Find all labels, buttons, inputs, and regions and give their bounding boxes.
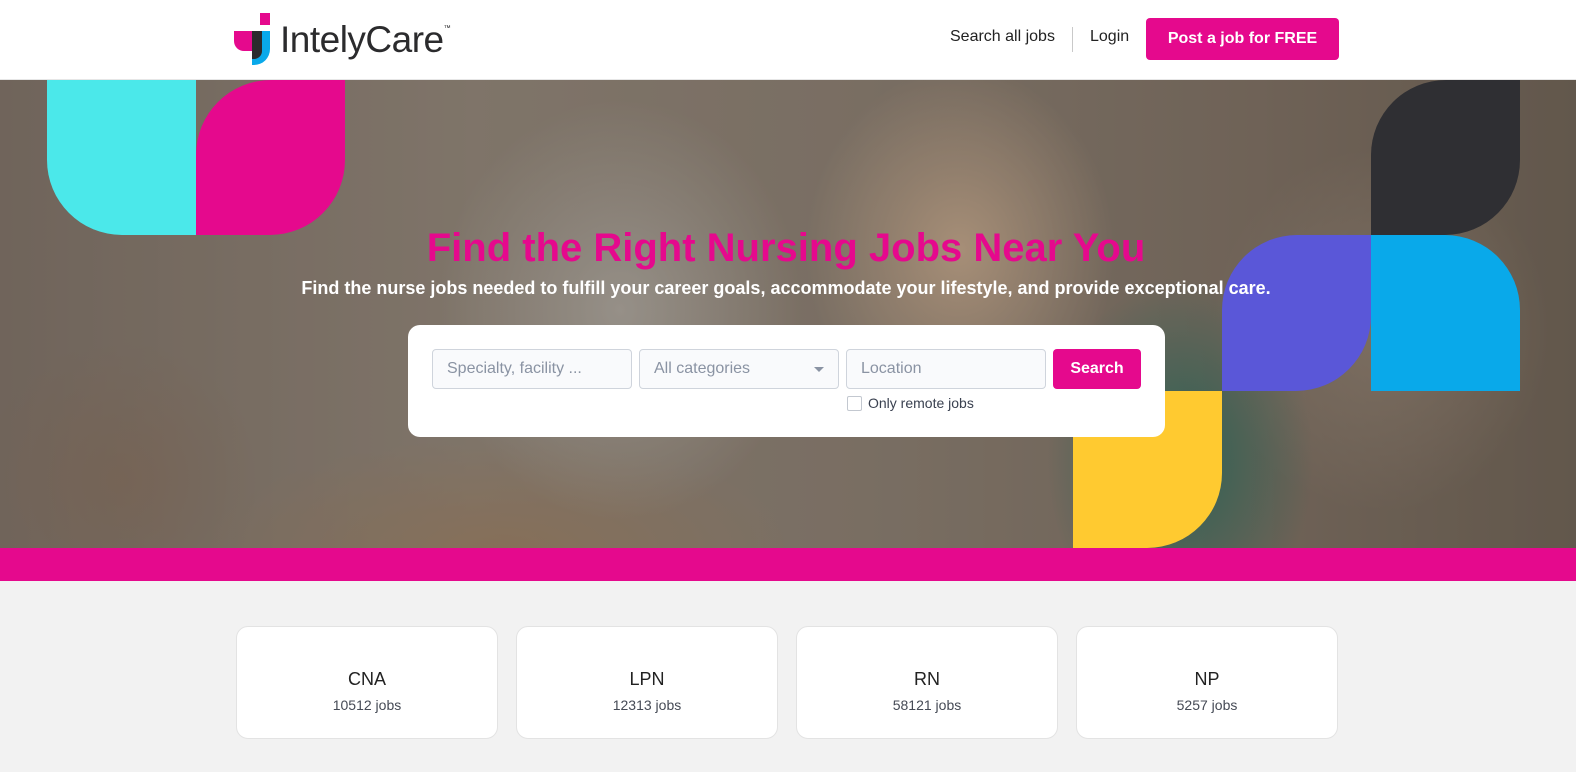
specialty-input[interactable]: Specialty, facility ... xyxy=(432,349,632,389)
logo-text: IntelyCare™ xyxy=(280,18,451,60)
category-title: CNA xyxy=(347,669,386,689)
location-placeholder: Location xyxy=(861,360,922,377)
logo-mark-icon xyxy=(234,13,272,65)
pink-divider-band xyxy=(0,548,1576,581)
intelycare-logo[interactable]: IntelyCare™ xyxy=(234,12,451,66)
category-job-count: 58121 jobs xyxy=(892,697,962,713)
category-select[interactable]: All categories xyxy=(639,349,839,389)
nav-divider xyxy=(1072,27,1073,52)
remote-jobs-checkbox[interactable] xyxy=(847,395,862,411)
site-header: IntelyCare™ Search all jobs Login Post a… xyxy=(0,0,1576,80)
post-job-button[interactable]: Post a job for FREE xyxy=(1146,18,1339,60)
category-card-lpn[interactable]: LPN 12313 jobs xyxy=(516,626,778,739)
decor-shape-cyan xyxy=(47,80,196,235)
nav-login[interactable]: Login xyxy=(1090,28,1129,46)
category-title: LPN xyxy=(629,669,665,689)
remote-jobs-option[interactable]: Only remote jobs xyxy=(847,395,974,411)
category-job-count: 10512 jobs xyxy=(332,697,402,713)
category-title: RN xyxy=(914,669,940,689)
category-card-rn[interactable]: RN 58121 jobs xyxy=(796,626,1058,739)
location-input[interactable]: Location xyxy=(846,349,1046,389)
category-job-count: 12313 jobs xyxy=(612,697,682,713)
remote-jobs-label: Only remote jobs xyxy=(868,395,974,411)
category-select-value: All categories xyxy=(654,360,751,377)
decor-shape-dark xyxy=(1371,80,1520,235)
nav-search-all-jobs[interactable]: Search all jobs xyxy=(950,28,1055,46)
hero-title: Find the Right Nursing Jobs Near You xyxy=(426,226,1146,270)
decor-shape-magenta xyxy=(196,80,345,235)
specialty-placeholder: Specialty, facility ... xyxy=(447,360,582,377)
chevron-down-icon xyxy=(814,366,824,372)
category-title: NP xyxy=(1194,669,1220,689)
hero-banner: Find the Right Nursing Jobs Near You Fin… xyxy=(0,80,1576,548)
category-job-count: 5257 jobs xyxy=(1176,697,1238,713)
hero-subtitle: Find the nurse jobs needed to fulfill yo… xyxy=(301,278,1271,298)
category-card-np[interactable]: NP 5257 jobs xyxy=(1076,626,1338,739)
search-button[interactable]: Search xyxy=(1053,349,1141,389)
job-search-form: Specialty, facility ... All categories L… xyxy=(408,325,1165,437)
category-card-cna[interactable]: CNA 10512 jobs xyxy=(236,626,498,739)
